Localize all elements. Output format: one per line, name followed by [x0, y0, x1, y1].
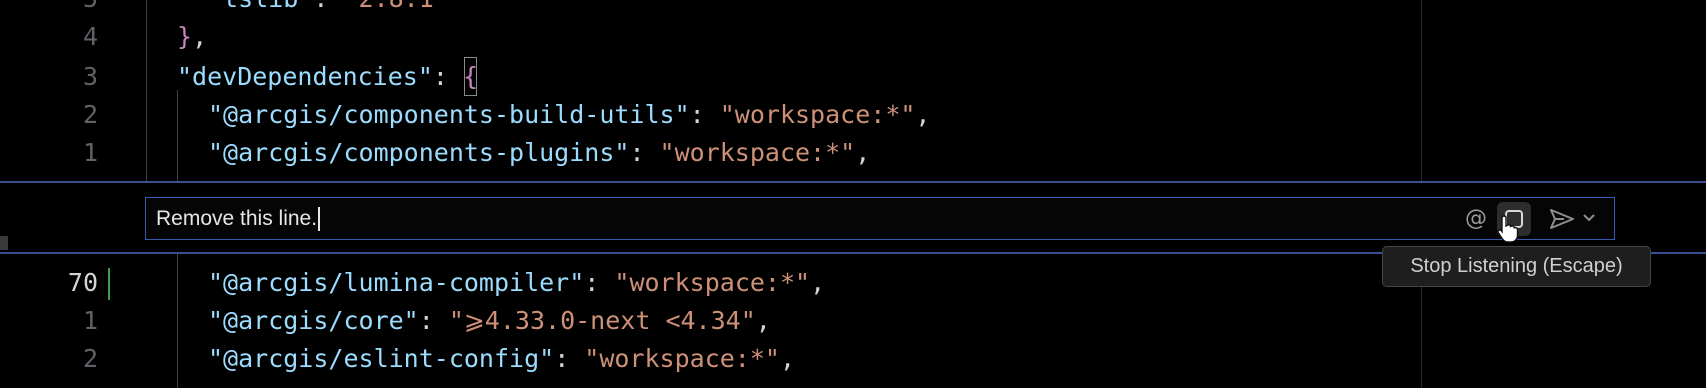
code-text: },	[177, 16, 207, 57]
line-number: 2	[82, 100, 98, 129]
code-token: :	[554, 344, 585, 373]
chevron-down-icon[interactable]	[1582, 211, 1596, 225]
code-token: :	[313, 0, 343, 13]
code-text: "@arcgis/lumina-compiler": "workspace:*"…	[208, 262, 825, 303]
tooltip-text: Stop Listening (Escape)	[1410, 255, 1623, 277]
code-token: "2.8.1"	[343, 0, 448, 13]
code-line[interactable]: 3 "devDependencies": {	[0, 56, 1706, 97]
code-token: }	[177, 22, 193, 51]
code-token: ,	[810, 268, 826, 297]
inline-chat-input-value: Remove this line.	[156, 207, 318, 230]
code-token: :	[689, 100, 720, 129]
code-token: {	[463, 56, 478, 97]
code-line[interactable]: 2 "@arcgis/eslint-config": "workspace:*",	[0, 338, 1706, 379]
inline-chat-zone: Remove this line. @	[0, 181, 1706, 254]
line-number: 4	[82, 22, 98, 51]
code-token: :	[584, 268, 615, 297]
code-token: "workspace:*"	[719, 100, 916, 129]
code-text: "devDependencies": {	[177, 56, 478, 97]
code-token: :	[629, 138, 660, 167]
code-token: ,	[192, 22, 208, 51]
line-number: 70	[67, 268, 98, 297]
inline-chat-input-box[interactable]: Remove this line. @	[145, 197, 1615, 240]
zone-edge-marker	[0, 236, 8, 250]
code-token: "workspace:*"	[584, 344, 780, 373]
code-token: "@arcgis/eslint-config"	[208, 344, 555, 373]
code-text: "@arcgis/core": "⩾4.33.0-next <4.34",	[208, 300, 771, 341]
code-token: ,	[855, 138, 871, 167]
code-token: :	[418, 306, 449, 335]
line-number: 1	[82, 138, 98, 167]
line-number: 1	[82, 306, 98, 335]
inline-chat-input[interactable]: Remove this line.	[156, 198, 321, 239]
code-token: "@arcgis/components-build-utils"	[208, 100, 690, 129]
code-token: "tslib"	[208, 0, 313, 13]
code-token: "⩾4.33.0-next <4.34"	[448, 306, 756, 335]
line-number: 2	[82, 344, 98, 373]
code-text: "@arcgis/components-build-utils": "works…	[208, 94, 930, 135]
code-line[interactable]: 2 "@arcgis/components-build-utils": "work…	[0, 94, 1706, 135]
send-icon[interactable]	[1548, 207, 1576, 231]
code-text: "@arcgis/components-plugins": "workspace…	[208, 132, 870, 173]
code-line[interactable]: 1 "@arcgis/core": "⩾4.33.0-next <4.34",	[0, 300, 1706, 341]
code-line[interactable]: 1 "@arcgis/components-plugins": "workspac…	[0, 132, 1706, 173]
text-caret	[318, 207, 321, 232]
hand-pointer-icon	[1497, 215, 1519, 243]
code-token: "@arcgis/core"	[208, 306, 419, 335]
code-line[interactable]: 4},	[0, 16, 1706, 57]
code-token: "devDependencies"	[177, 62, 433, 91]
code-text: "@arcgis/eslint-config": "workspace:*",	[208, 338, 795, 379]
code-token: ,	[755, 306, 771, 335]
mention-button[interactable]: @	[1465, 206, 1487, 232]
code-token: "workspace:*"	[659, 138, 856, 167]
code-token: :	[432, 62, 463, 91]
git-added-marker	[108, 268, 110, 300]
code-token: ,	[915, 100, 931, 129]
code-token: ,	[779, 344, 796, 373]
line-number: 3	[82, 62, 98, 91]
code-token: "@arcgis/lumina-compiler"	[208, 268, 585, 297]
code-token: "@arcgis/components-plugins"	[208, 138, 630, 167]
code-token: "workspace:*"	[614, 268, 811, 297]
tooltip: Stop Listening (Escape)	[1382, 246, 1651, 287]
